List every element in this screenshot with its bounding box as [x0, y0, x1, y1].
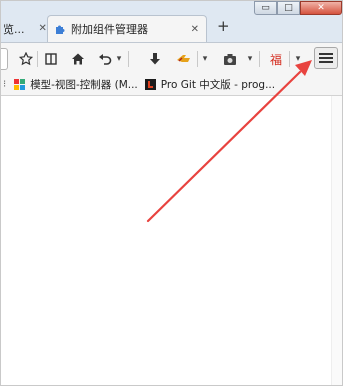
- browser-window: 览... ✕ 附加组件管理器 ✕ + ▭ □ ✕ ▾ ▾ ▾ 福 ▾ ⁝ 模型-…: [0, 0, 343, 386]
- annotation-arrow: [146, 60, 312, 223]
